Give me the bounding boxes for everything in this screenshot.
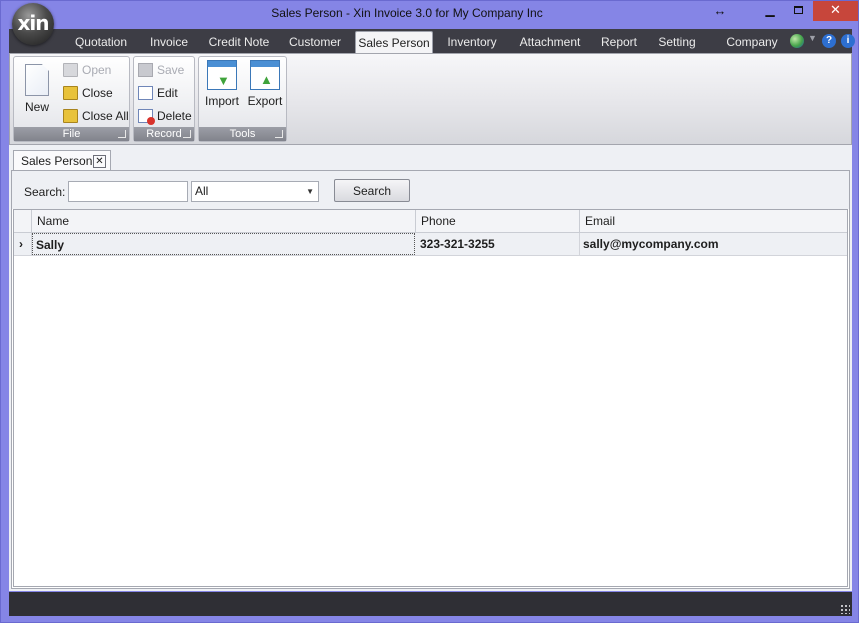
cell-email[interactable]: sally@mycompany.com xyxy=(580,233,847,255)
close-all-folder-icon xyxy=(63,109,78,123)
search-input[interactable] xyxy=(68,181,188,202)
export-icon xyxy=(250,60,280,90)
company-menu[interactable]: Company xyxy=(717,31,787,53)
delete-button-label: Delete xyxy=(157,109,192,123)
sales-person-grid[interactable]: Name Phone Email › Sally 323-321-3255 sa… xyxy=(13,209,848,587)
sales-person-panel: Search: All ▼ Search Name Phone Email › … xyxy=(11,170,850,589)
column-header-email[interactable]: Email xyxy=(580,210,847,233)
tools-group-label: Tools xyxy=(199,127,286,141)
tab-invoice[interactable]: Invoice xyxy=(143,31,195,53)
help-icon[interactable]: ? xyxy=(822,34,836,48)
maximize-button[interactable] xyxy=(785,1,811,21)
import-button-label: Import xyxy=(204,94,239,108)
column-header-name[interactable]: Name xyxy=(32,210,416,233)
search-scope-select[interactable]: All ▼ xyxy=(191,181,319,202)
search-label: Search: xyxy=(24,185,66,199)
ribbon-body: New Open Close Close All File Save Edit … xyxy=(9,53,852,145)
table-row[interactable]: › Sally 323-321-3255 sally@mycompany.com xyxy=(14,233,847,256)
close-document-label: Close xyxy=(82,86,113,100)
export-button[interactable]: Export xyxy=(245,60,285,126)
export-button-label: Export xyxy=(247,94,283,108)
column-header-phone[interactable]: Phone xyxy=(416,210,580,233)
document-tab-sales-person[interactable]: Sales Person ✕ xyxy=(13,150,111,171)
tab-setting[interactable]: Setting xyxy=(651,31,703,53)
close-tab-icon[interactable]: ✕ xyxy=(93,155,106,168)
close-document-button[interactable]: Close xyxy=(60,83,113,103)
delete-record-icon xyxy=(138,109,155,125)
open-button-label: Open xyxy=(82,63,112,77)
info-icon[interactable]: i xyxy=(841,34,855,48)
tools-group-title: Tools xyxy=(229,128,256,140)
search-button[interactable]: Search xyxy=(334,179,410,202)
tab-report[interactable]: Report xyxy=(595,31,643,53)
import-icon xyxy=(207,60,237,90)
edit-button-label: Edit xyxy=(157,86,178,100)
cell-name[interactable]: Sally xyxy=(32,233,415,255)
tab-customer[interactable]: Customer xyxy=(283,31,347,53)
cell-phone[interactable]: 323-321-3255 xyxy=(416,233,580,255)
ribbon-group-tools: Import Export Tools xyxy=(198,56,287,142)
grid-header: Name Phone Email xyxy=(14,210,847,233)
dialog-launcher-icon[interactable] xyxy=(118,130,126,138)
close-folder-icon xyxy=(63,86,78,100)
import-button[interactable]: Import xyxy=(203,60,241,126)
open-button[interactable]: Open xyxy=(60,60,111,80)
ribbon-group-record: Save Edit Delete Record xyxy=(133,56,195,142)
edit-pencil-icon xyxy=(138,86,153,100)
edit-button[interactable]: Edit xyxy=(135,83,178,103)
new-button[interactable]: New xyxy=(18,60,56,126)
tab-sales-person[interactable]: Sales Person xyxy=(355,31,433,53)
window-title: Sales Person - Xin Invoice 3.0 for My Co… xyxy=(271,6,543,20)
ribbon-right-area: Company ▼ ? i xyxy=(717,29,855,53)
save-disk-icon xyxy=(138,63,153,77)
tab-quotation[interactable]: Quotation xyxy=(69,31,133,53)
close-button[interactable]: ✕ xyxy=(813,1,858,21)
size-grip-icon[interactable] xyxy=(840,604,850,614)
search-bar: Search: All ▼ Search xyxy=(12,171,849,209)
document-tab-label: Sales Person xyxy=(21,154,93,168)
close-all-label: Close All xyxy=(82,109,129,123)
grid-corner xyxy=(14,210,32,233)
tab-credit-note[interactable]: Credit Note xyxy=(205,31,273,53)
search-scope-value: All xyxy=(195,184,209,198)
title-bar[interactable]: Sales Person - Xin Invoice 3.0 for My Co… xyxy=(1,1,858,29)
open-folder-icon xyxy=(63,63,78,77)
dialog-launcher-icon[interactable] xyxy=(275,130,283,138)
globe-icon[interactable] xyxy=(790,34,804,48)
record-group-title: Record xyxy=(146,128,182,140)
status-bar xyxy=(9,592,852,616)
maximize-icon xyxy=(793,6,803,14)
tab-attachment[interactable]: Attachment xyxy=(513,31,587,53)
dialog-launcher-icon[interactable] xyxy=(183,130,191,138)
new-button-label: New xyxy=(24,100,49,114)
ribbon-group-file: New Open Close Close All File xyxy=(13,56,130,142)
resize-arrows-icon[interactable]: ↔ xyxy=(709,2,731,22)
save-button[interactable]: Save xyxy=(135,60,184,80)
new-document-icon xyxy=(25,64,49,96)
tab-inventory[interactable]: Inventory xyxy=(441,31,503,53)
record-group-label: Record xyxy=(134,127,194,141)
client-area: Sales Person ✕ Search: All ▼ Search Name… xyxy=(9,145,852,591)
app-logo[interactable]: xin xyxy=(12,3,54,45)
save-button-label: Save xyxy=(157,63,185,77)
app-window: Sales Person - Xin Invoice 3.0 for My Co… xyxy=(0,0,859,623)
file-group-label: File xyxy=(14,127,129,141)
minimize-button[interactable]: ▁ xyxy=(755,1,785,21)
chevron-down-icon: ▼ xyxy=(306,187,314,196)
ribbon-tab-bar: Quotation Invoice Credit Note Customer S… xyxy=(9,29,855,53)
row-indicator-icon: › xyxy=(14,233,32,255)
delete-button[interactable]: Delete xyxy=(135,106,192,126)
dropdown-arrow-icon[interactable]: ▼ xyxy=(808,33,817,43)
close-all-button[interactable]: Close All xyxy=(60,106,129,126)
file-group-title: File xyxy=(62,128,81,140)
